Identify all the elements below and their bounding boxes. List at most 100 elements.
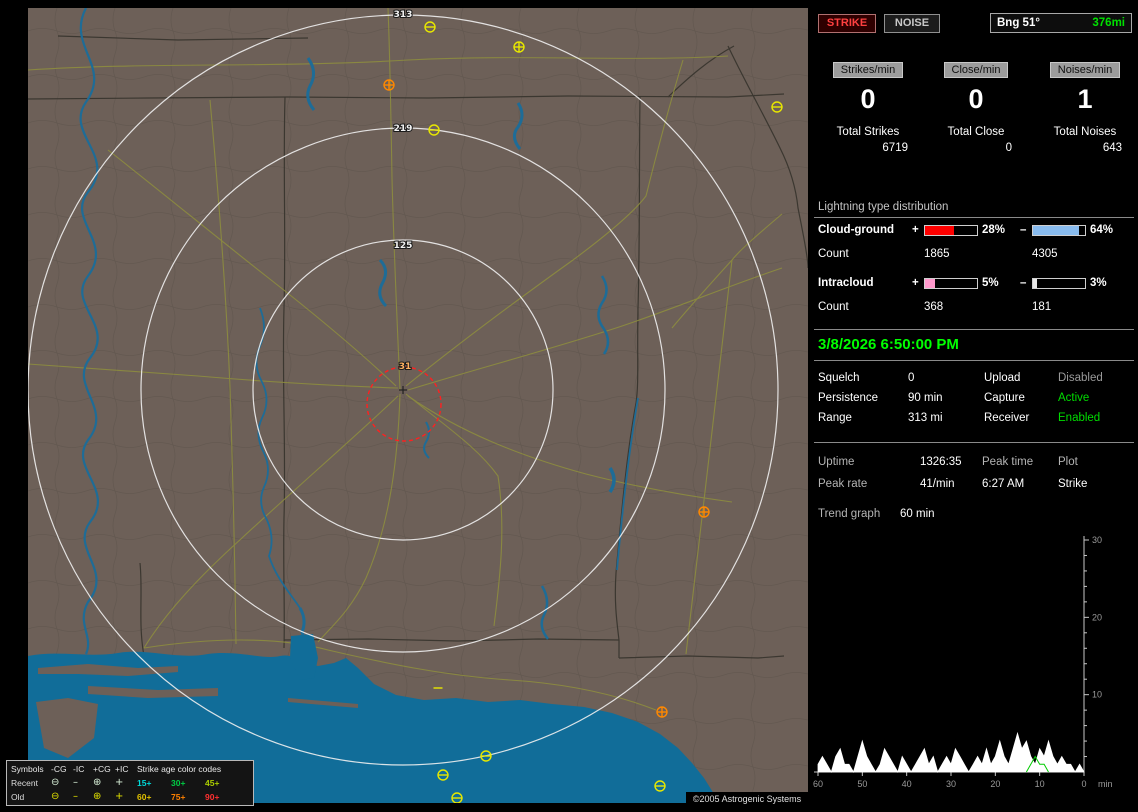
- age-75: 75+: [171, 792, 205, 802]
- capture-status: Active: [1058, 392, 1089, 404]
- persistence-value: 90 min: [908, 392, 943, 404]
- strike-mode-button[interactable]: STRIKE: [818, 14, 876, 33]
- count-label: Count: [818, 301, 849, 313]
- trend-graph-label: Trend graph: [818, 508, 880, 520]
- legend-recent-row: Recent ⊖ – ⊕ + 15+30+45+: [11, 776, 253, 790]
- status-panel: STRIKE NOISE Bng 51° 376mi Strikes/min 0…: [812, 0, 1138, 812]
- age-codes-recent: 15+30+45+: [137, 778, 253, 788]
- cg-positive-pct: 28%: [982, 224, 1005, 236]
- range-value: 313 mi: [908, 412, 943, 424]
- pos-cg-icon: ⊕: [93, 778, 115, 788]
- trend-window-value: 60 min: [900, 508, 935, 520]
- peak-rate-label: Peak rate: [818, 478, 867, 490]
- age-codes-old: 60+75+90+: [137, 792, 253, 802]
- age-15: 15+: [137, 778, 171, 788]
- svg-text:40: 40: [902, 779, 912, 789]
- legend-age-header: Strike age color codes: [137, 764, 253, 774]
- ic-negative-bar: [1032, 278, 1086, 289]
- svg-text:20: 20: [990, 779, 1000, 789]
- legend-type-pos-ic: +IC: [115, 764, 137, 774]
- plot-value: Strike: [1058, 478, 1087, 490]
- plot-label: Plot: [1058, 456, 1078, 468]
- svg-text:50: 50: [857, 779, 867, 789]
- total-strikes-value: 6719: [818, 142, 918, 154]
- minus-sign: –: [1020, 224, 1026, 236]
- persistence-label: Persistence: [818, 392, 878, 404]
- age-60: 60+: [137, 792, 171, 802]
- datetime-display: 3/8/2026 6:50:00 PM: [818, 336, 959, 353]
- uptime-label: Uptime: [818, 456, 854, 468]
- age-45: 45+: [205, 778, 239, 788]
- range-ring-label: 219: [394, 124, 413, 134]
- pos-ic-icon: +: [115, 792, 137, 802]
- ic-negative-count: 181: [1032, 301, 1051, 313]
- cg-negative-bar: [1032, 225, 1086, 236]
- trend-graph: 3020106050403020100min: [812, 532, 1138, 812]
- stats-row: Peak rate 41/min 6:27 AM Strike: [812, 478, 1138, 492]
- bearing-display: Bng 51° 376mi: [990, 13, 1132, 33]
- cloud-ground-count-row: Count 1865 4305: [812, 248, 1138, 262]
- settings-row: Range 313 mi Receiver Enabled: [812, 412, 1138, 426]
- ic-positive-bar: [924, 278, 978, 289]
- age-90: 90+: [205, 792, 239, 802]
- strike-rate-trace: [818, 733, 1084, 772]
- noise-mode-button[interactable]: NOISE: [884, 14, 940, 33]
- pos-cg-icon: ⊕: [93, 792, 115, 802]
- strike-symbol-pos_cg: [514, 42, 524, 52]
- receiver-label: Receiver: [984, 412, 1029, 424]
- ic-negative-pct: 3%: [1090, 277, 1107, 289]
- legend-type-neg-cg: -CG: [51, 764, 73, 774]
- peak-rate-value: 41/min: [920, 478, 955, 490]
- svg-text:min: min: [1098, 779, 1113, 789]
- strikes-per-min-button[interactable]: Strikes/min: [833, 62, 903, 78]
- intracloud-row: Intracloud + 5% – 3%: [812, 277, 1138, 291]
- range-label: Range: [818, 412, 852, 424]
- map-canvas: 313 219 125 31: [28, 8, 808, 803]
- close-per-min-button[interactable]: Close/min: [944, 62, 1009, 78]
- bearing-distance: 376mi: [1092, 17, 1125, 29]
- noises-column: Noises/min 1 Total Noises 643: [1038, 62, 1132, 154]
- noises-per-min-button[interactable]: Noises/min: [1050, 62, 1120, 78]
- count-label: Count: [818, 248, 849, 260]
- range-ring-label: 31: [399, 362, 412, 372]
- svg-text:10: 10: [1035, 779, 1045, 789]
- legend-old-row: Old ⊖ – ⊕ + 60+75+90+: [11, 790, 253, 804]
- upload-label: Upload: [984, 372, 1020, 384]
- intracloud-count-row: Count 368 181: [812, 301, 1138, 315]
- copyright-text: ©2005 Astrogenic Systems: [686, 792, 808, 806]
- divider: [814, 360, 1134, 361]
- cg-positive-count: 1865: [924, 248, 950, 260]
- total-close-label: Total Close: [930, 126, 1022, 138]
- divider: [814, 217, 1134, 218]
- strike-symbol-pos_cg: [699, 507, 709, 517]
- divider: [814, 442, 1134, 443]
- intracloud-label: Intracloud: [818, 277, 874, 289]
- legend-recent-label: Recent: [11, 778, 51, 788]
- lightning-map[interactable]: 313 219 125 31: [28, 8, 808, 803]
- cg-negative-pct: 64%: [1090, 224, 1113, 236]
- cloud-ground-row: Cloud-ground + 28% – 64%: [812, 224, 1138, 238]
- ic-positive-pct: 5%: [982, 277, 999, 289]
- squelch-value: 0: [908, 372, 914, 384]
- distribution-title: Lightning type distribution: [818, 201, 948, 213]
- pos-ic-icon: +: [115, 778, 137, 788]
- neg-cg-icon: ⊖: [51, 778, 73, 788]
- settings-row: Persistence 90 min Capture Active: [812, 392, 1138, 406]
- neg-ic-icon: –: [73, 778, 93, 788]
- plus-sign: +: [912, 224, 919, 236]
- total-strikes-label: Total Strikes: [818, 126, 918, 138]
- bearing-label: Bng 51°: [997, 17, 1040, 29]
- legend-type-pos-cg: +CG: [93, 764, 115, 774]
- neg-ic-icon: –: [73, 792, 93, 802]
- legend-old-label: Old: [11, 792, 51, 802]
- svg-text:30: 30: [1092, 535, 1102, 545]
- cloud-ground-label: Cloud-ground: [818, 224, 894, 236]
- peak-time-label: Peak time: [982, 456, 1033, 468]
- upload-status: Disabled: [1058, 372, 1103, 384]
- settings-row: Squelch 0 Upload Disabled: [812, 372, 1138, 386]
- legend-type-neg-ic: -IC: [73, 764, 93, 774]
- svg-text:0: 0: [1081, 779, 1086, 789]
- noises-per-min-value: 1: [1038, 84, 1132, 114]
- close-column: Close/min 0 Total Close 0: [930, 62, 1022, 154]
- strikes-column: Strikes/min 0 Total Strikes 6719: [818, 62, 918, 154]
